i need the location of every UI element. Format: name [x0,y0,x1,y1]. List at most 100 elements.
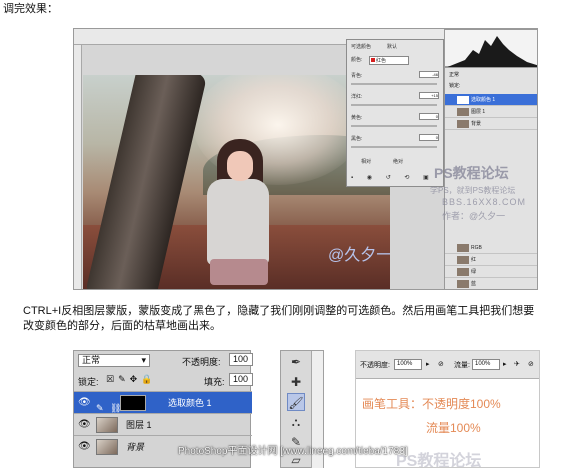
layer-thumbnail [96,439,118,455]
layer-name: 选取颜色 1 [471,97,496,103]
black-label: 黑色: [351,136,363,142]
channel-row[interactable]: 绿 [445,266,537,278]
spot-heal-tool-icon[interactable]: ✚ [287,373,305,391]
layer-thumbnail [457,120,469,128]
flow-note: 流量100% [426,421,481,435]
channel-thumbnail [457,244,469,252]
forum-watermark-url: BBS.16XX8.COM [442,197,527,207]
layer-row-selective-color[interactable]: 👁 ✎ ⛓ 选取颜色 1 [74,391,252,413]
layer-thumbnail [457,96,469,104]
selective-color-panel: 可选颜色 默认 颜色: 红色 青色: -46 洋红: +15 黄色: 0 黑色:… [346,39,444,187]
colors-label: 颜色: [351,57,363,63]
yellow-slider[interactable] [351,125,437,127]
girl-skirt [210,259,268,285]
layer-row[interactable]: 图层 1 [445,106,537,118]
forum-watermark-title: PS教程论坛 [434,165,509,181]
lock-transparent-icon[interactable]: ☒ [106,374,118,384]
opacity-input[interactable]: 100 [229,353,253,366]
magenta-slider[interactable] [351,104,437,106]
lock-label: 锁定: [78,377,99,387]
channel-name: 红 [471,257,477,263]
lock-paint-icon[interactable]: ✎ [118,374,130,384]
layer-name: 图层 1 [126,420,152,430]
lock-move-icon[interactable]: ✥ [130,374,142,384]
dropdown-arrow-icon[interactable]: ▸ [426,360,430,368]
blend-mode-select[interactable]: 正常 [449,71,459,78]
vertical-ruler [74,45,82,289]
article-paragraph-line2: 改变颜色的部分，后面的枯草地画出来。 [23,320,221,332]
panel-tab[interactable]: 可选颜色 [351,43,371,50]
absolute-radio[interactable]: 绝对 [393,158,403,165]
magenta-value[interactable]: +15 [419,92,439,99]
article-heading: 调完效果： [3,3,58,15]
eye-icon[interactable]: 👁 [78,397,91,408]
channel-thumbnail [457,268,469,276]
channel-name: 蓝 [471,281,477,287]
colors-select[interactable]: 红色 [369,56,409,65]
pen-tool-icon[interactable]: ✒ [287,353,305,371]
clone-stamp-tool-icon[interactable]: ⛬ [287,413,305,431]
layer-name: 背景 [126,442,145,452]
brush-flow-label: 流量: [454,362,470,369]
brush-opacity-label: 不透明度: [360,362,390,369]
opacity-label: 不透明度: [182,357,221,367]
channel-thumbnail [457,280,469,288]
panel-footer-icons[interactable]: ▪ ◉ ↺ ⟲ ▣ [351,174,435,181]
layer-row[interactable]: 选取颜色 1 [445,94,537,106]
layer-row[interactable]: 背景 [445,118,537,130]
relative-radio[interactable]: 相对 [361,158,371,165]
black-slider[interactable] [351,146,437,148]
photo-watermark: @久夕一 [328,247,390,264]
channel-row[interactable]: RGB [445,242,537,254]
layer-thumbnail [457,108,469,116]
lock-label: 锁定: [449,83,461,89]
layer-mask-thumbnail[interactable] [120,395,146,411]
photo-canvas: @久夕一 [83,75,390,289]
blend-mode-select[interactable]: 正常 ▾ [78,354,150,367]
girl-face [227,151,253,181]
layer-name: 背景 [471,121,482,127]
fill-label: 填充: [204,377,225,387]
histogram-graph [445,36,537,68]
layer-row-layer1[interactable]: 👁 图层 1 [74,413,252,435]
yellow-label: 黄色: [351,115,363,121]
pressure-opacity-icon[interactable]: ⊘ [438,360,444,368]
eye-icon[interactable]: 👁 [78,419,91,430]
histogram-panel [444,29,537,68]
brush-opacity-input[interactable]: 100% [394,359,422,370]
black-value[interactable]: 0 [419,134,439,141]
girl-sweater [207,179,269,265]
layer-name: 图层 1 [471,109,486,115]
lock-icons[interactable]: ☒✎✥🔒 [106,374,156,385]
forum-watermark: PS教程论坛 [396,453,482,468]
forum-watermark-slogan: 学PS，就到PS教程论坛 [430,186,516,195]
cyan-label: 青色: [351,73,363,79]
red-swatch-icon [371,58,375,62]
brush-tool-icon[interactable]: 🖌 [287,393,305,411]
yellow-value[interactable]: 0 [419,113,439,120]
photoshop-screenshot-top: @久夕一 可选颜色 默认 颜色: 红色 青色: -46 洋红: +15 黄色: … [73,28,538,290]
fill-input[interactable]: 100 [229,373,253,386]
lock-all-icon[interactable]: 🔒 [141,374,156,384]
layer-thumbnail [96,417,118,433]
channel-name: 绿 [471,269,477,275]
airbrush-icon[interactable]: ✈ [514,360,520,368]
eye-icon[interactable]: 👁 [78,441,91,452]
blend-mode-value: 正常 [82,355,101,365]
channel-thumbnail [457,256,469,264]
cyan-slider[interactable] [351,83,437,85]
channel-row[interactable]: 红 [445,254,537,266]
magenta-label: 洋红: [351,94,363,100]
chevron-down-icon: ▾ [141,355,146,365]
pressure-size-icon[interactable]: ⊘ [528,360,534,368]
preset-select[interactable]: 默认 [387,43,397,50]
article-paragraph-line1: CTRL+I反相图层蒙版，蒙版变成了黑色了，隐藏了我们刚刚调整的可选颜色。然后用… [23,305,535,317]
dropdown-arrow-icon[interactable]: ▸ [503,360,507,368]
options-bar: 不透明度: 100% ▸ ⊘ 流量: 100% ▸ ✈ ⊘ [356,351,539,379]
cyan-value[interactable]: -46 [419,71,439,78]
channel-row[interactable]: 蓝 [445,278,537,289]
site-watermark: PhotoShop平面设计网 [www.lineeg.com/tieba/178… [178,446,408,457]
forum-watermark-author: 作者：@久夕一 [442,211,506,221]
channel-name: RGB [471,245,482,251]
brush-flow-input[interactable]: 100% [472,359,500,370]
